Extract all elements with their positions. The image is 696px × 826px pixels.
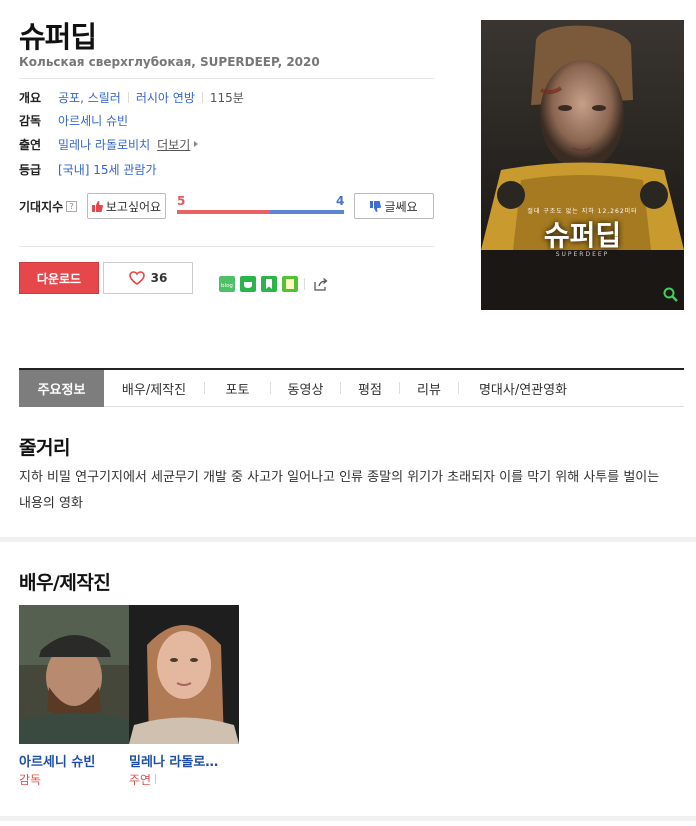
want-button[interactable]: 보고싶어요 — [87, 193, 166, 219]
poster-artwork — [481, 20, 684, 310]
person-photo-director[interactable] — [19, 605, 129, 744]
tab-video[interactable]: 동영상 — [271, 370, 340, 407]
cast-label: 출연 — [19, 137, 42, 152]
svg-text:blog: blog — [221, 283, 233, 289]
cast-row: 출연 밀레나 라돌로비치 더보기 — [19, 135, 199, 153]
synopsis-title: 줄거리 — [19, 437, 70, 459]
cafe-icon[interactable] — [240, 276, 256, 292]
synopsis-text: 지하 비밀 연구기지에서 세균무기 개발 중 사고가 일어나고 인류 종말의 위… — [19, 470, 660, 511]
expectation-label-text: 기대지수 — [19, 200, 64, 214]
director-label: 감독 — [19, 113, 42, 128]
help-icon[interactable]: ? — [66, 201, 78, 212]
like-count: 36 — [150, 271, 168, 285]
separator — [127, 91, 129, 103]
genre-link[interactable]: 공포, 스릴러 — [58, 89, 121, 106]
tab-main-info[interactable]: 주요정보 — [19, 370, 104, 407]
section-divider — [0, 537, 696, 542]
dislike-count: 4 — [336, 194, 345, 208]
more-cast-link[interactable]: 더보기 — [157, 136, 190, 153]
poster-title: 슈퍼딥 — [543, 219, 622, 252]
thumbs-up-icon — [91, 200, 103, 212]
runtime: 115분 — [209, 90, 244, 105]
divider-line — [19, 78, 434, 79]
person-role-director: 감독 — [19, 773, 42, 787]
movie-poster[interactable]: 절대 구조도 없는 지하 12,262미터 슈퍼딥 SUPERDEEP — [481, 20, 684, 310]
tab-bar: 주요정보 배우/제작진 포토 동영상 평점 리뷰 명대사/연관영화 — [19, 368, 684, 407]
cast-link[interactable]: 밀레나 라돌로비치 — [58, 136, 150, 153]
dislike-label: 글쎄요 — [384, 199, 418, 214]
overview-row: 개요 공포, 스릴러 러시아 연방 115분 — [19, 88, 244, 106]
expectation-label: 기대지수 ? — [19, 198, 78, 215]
poster-title-en: SUPERDEEP — [555, 251, 610, 258]
movie-title: 슈퍼딥 — [19, 20, 97, 54]
separator — [155, 774, 157, 784]
want-label: 보고싶어요 — [105, 199, 162, 214]
rating-link[interactable]: [국내] 15세 관람가 — [58, 161, 157, 178]
tab-cast-crew[interactable]: 배우/제작진 — [104, 370, 204, 407]
want-count: 5 — [177, 194, 186, 208]
tab-review[interactable]: 리뷰 — [400, 370, 458, 407]
tab-rating[interactable]: 평점 — [341, 370, 399, 407]
tab-photo[interactable]: 포토 — [205, 370, 270, 407]
person-name-director[interactable]: 아르세니 슈빈 — [19, 751, 95, 770]
divider-line — [19, 246, 434, 247]
chevron-right-icon — [194, 141, 199, 147]
dislike-button[interactable]: 글쎄요 — [354, 193, 434, 219]
separator — [304, 278, 305, 290]
dislike-ratio-bar — [270, 210, 344, 214]
memo-icon[interactable] — [282, 276, 298, 292]
bookmark-icon[interactable] — [261, 276, 277, 292]
thumbs-down-icon — [370, 200, 382, 212]
like-button[interactable]: 36 — [103, 262, 193, 294]
director-row: 감독 아르세니 슈빈 — [19, 111, 128, 129]
rating-label: 등급 — [19, 162, 42, 177]
separator — [201, 91, 203, 103]
share-icon[interactable] — [313, 276, 329, 292]
crew-title: 배우/제작진 — [19, 572, 111, 594]
section-divider — [0, 816, 696, 821]
country-link[interactable]: 러시아 연방 — [136, 89, 195, 106]
download-button[interactable]: 다운로드 — [19, 262, 99, 294]
magnifier-icon[interactable] — [662, 286, 679, 303]
overview-label: 개요 — [19, 90, 42, 105]
person-role-actress: 주연 — [129, 771, 157, 788]
want-ratio-bar — [177, 210, 270, 214]
rating-row: 등급 [국내] 15세 관람가 — [19, 160, 157, 178]
blog-icon[interactable]: blog — [219, 276, 235, 292]
heart-icon — [128, 271, 145, 285]
director-link[interactable]: 아르세니 슈빈 — [58, 112, 128, 129]
person-name-actress[interactable]: 밀레나 라돌로… — [129, 751, 239, 770]
tab-quotes-related[interactable]: 명대사/연관영화 — [459, 370, 587, 407]
movie-subtitle: Кольская сверхглубокая, SUPERDEEP, 2020 — [19, 55, 320, 69]
person-role-actress-text: 주연 — [129, 773, 152, 787]
person-photo-actress[interactable] — [129, 605, 239, 744]
